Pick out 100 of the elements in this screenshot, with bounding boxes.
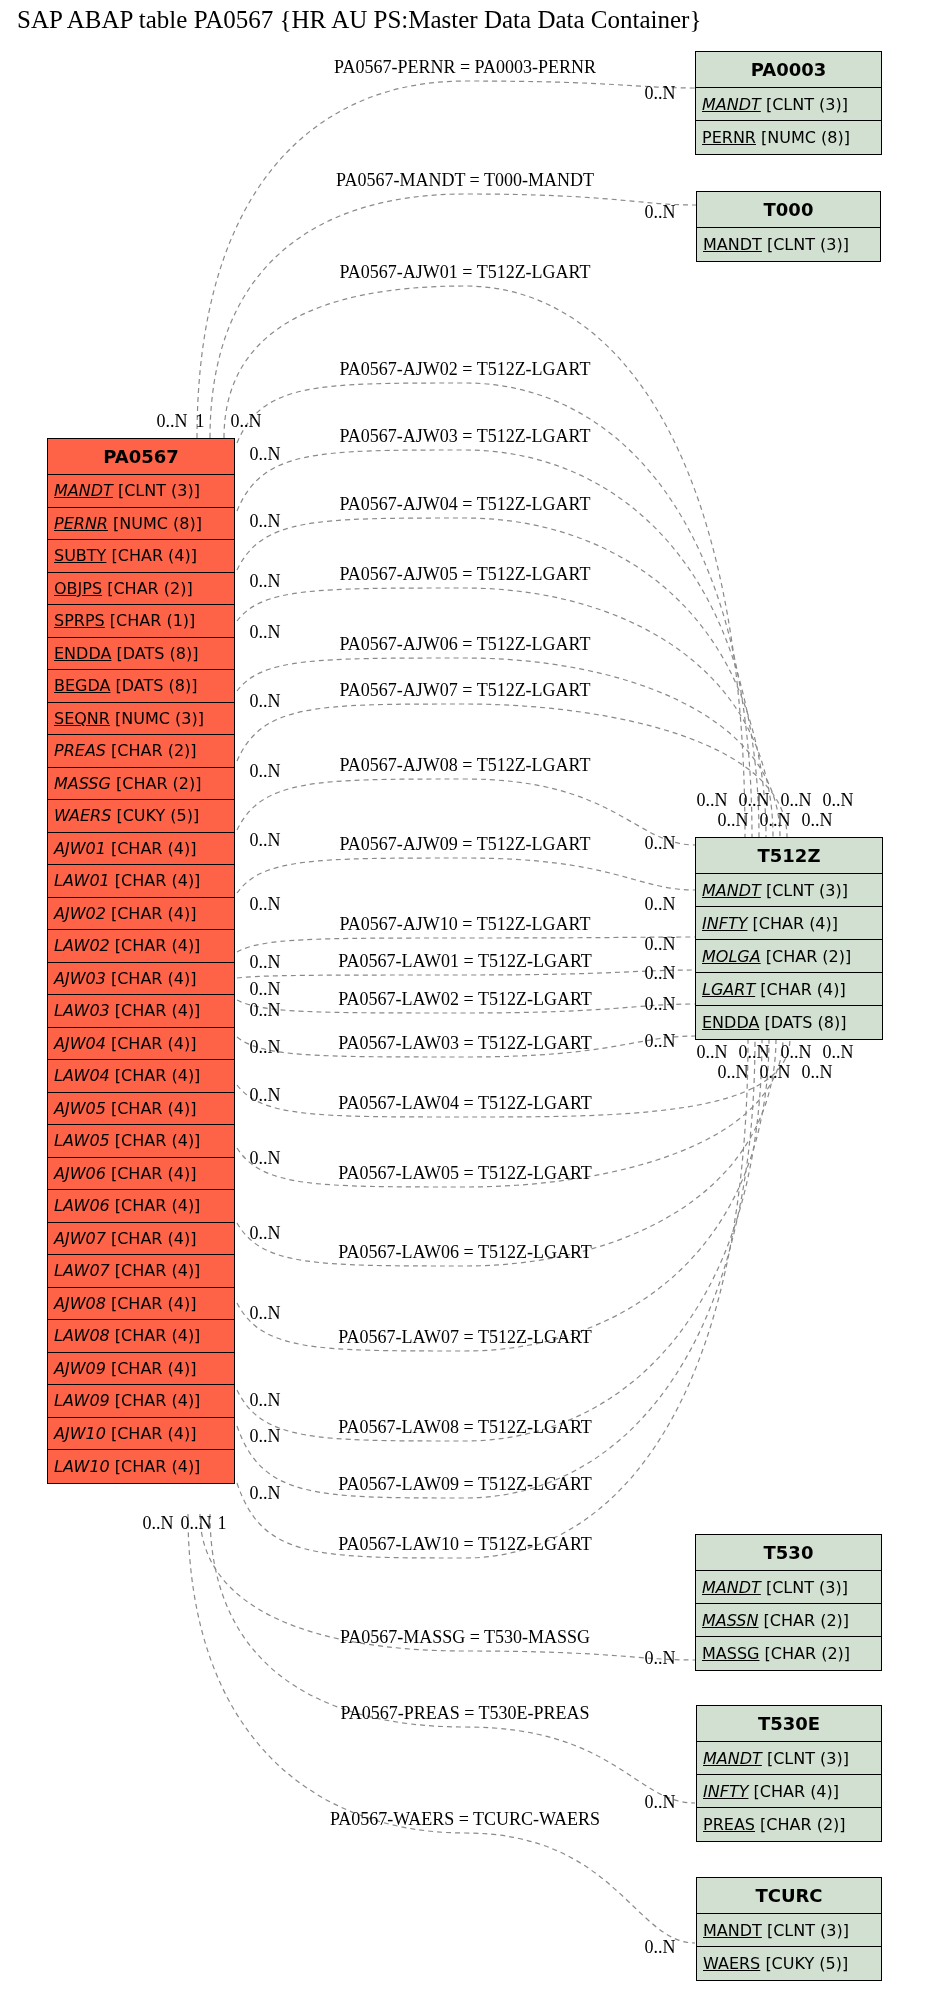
cardinality-label: 0..N bbox=[738, 791, 770, 809]
cardinality-label: 0..N bbox=[644, 995, 676, 1013]
cardinality-label: 0..N bbox=[644, 935, 676, 953]
cardinality-label: 0..N bbox=[249, 445, 281, 463]
cardinality-label: 0..N bbox=[249, 1001, 281, 1019]
cardinality-label: 0..N bbox=[759, 811, 791, 829]
cardinality-label: 0..N bbox=[644, 1793, 676, 1811]
relation-label: PA0567-LAW05 = T512Z-LGART bbox=[338, 1164, 592, 1182]
relation-label: PA0567-PERNR = PA0003-PERNR bbox=[334, 58, 596, 76]
cardinality-label: 0..N bbox=[822, 791, 854, 809]
cardinality-label: 0..N bbox=[249, 572, 281, 590]
relation-label: PA0567-LAW06 = T512Z-LGART bbox=[338, 1243, 592, 1261]
relation-label: PA0567-AJW09 = T512Z-LGART bbox=[339, 835, 591, 853]
cardinality-label: 0..N bbox=[644, 964, 676, 982]
cardinality-label: 0..N bbox=[230, 412, 262, 430]
relation-label: PA0567-WAERS = TCURC-WAERS bbox=[329, 1810, 601, 1828]
table-header: PA0003 bbox=[696, 52, 881, 88]
cardinality-label: 0..N bbox=[249, 1391, 281, 1409]
field-row: AJW10 [CHAR (4)] bbox=[48, 1417, 234, 1450]
field-row-text: MANDT [CLNT (3)] bbox=[702, 234, 850, 256]
cardinality-label: 0..N bbox=[644, 203, 676, 221]
cardinality-label: 0..N bbox=[180, 1514, 212, 1532]
cardinality-label: 0..N bbox=[249, 623, 281, 641]
field-row: PERNR [NUMC (8)] bbox=[48, 507, 234, 540]
relation-label: PA0567-MANDT = T000-MANDT bbox=[336, 171, 594, 189]
field-row: MANDT [CLNT (3)] bbox=[697, 1914, 881, 1947]
field-row: MANDT [CLNT (3)] bbox=[48, 475, 234, 508]
field-row: OBJPS [CHAR (2)] bbox=[48, 572, 234, 605]
field-row: PREAS [CHAR (2)] bbox=[48, 735, 234, 768]
field-row: AJW07 [CHAR (4)] bbox=[48, 1222, 234, 1255]
field-row: SPRPS [CHAR (1)] bbox=[48, 605, 234, 638]
field-row-text: WAERS [CUKY (5)] bbox=[702, 1953, 850, 1975]
cardinality-label: 0..N bbox=[644, 1938, 676, 1956]
field-row: LAW09 [CHAR (4)] bbox=[48, 1385, 234, 1418]
relation-label: PA0567-AJW10 = T512Z-LGART bbox=[339, 915, 591, 933]
cardinality-label: 0..N bbox=[644, 84, 676, 102]
field-row: ENDDA [DATS (8)] bbox=[48, 637, 234, 670]
relation-label: PA0567-LAW07 = T512Z-LGART bbox=[338, 1328, 592, 1346]
relation-label: PA0567-AJW05 = T512Z-LGART bbox=[339, 565, 591, 583]
field-row: AJW06 [CHAR (4)] bbox=[48, 1157, 234, 1190]
cardinality-label: 0..N bbox=[780, 791, 812, 809]
cardinality-label: 1 bbox=[217, 1514, 227, 1532]
field-row: INFTY [CHAR (4)] bbox=[697, 1775, 881, 1808]
cardinality-label: 0..N bbox=[644, 895, 676, 913]
cardinality-label: 0..N bbox=[738, 1043, 770, 1061]
field-row: AJW05 [CHAR (4)] bbox=[48, 1092, 234, 1125]
field-row-text: MASSG [CHAR (2)] bbox=[701, 1643, 852, 1665]
cardinality-label: 0..N bbox=[249, 895, 281, 913]
table-header: T512Z bbox=[696, 838, 882, 874]
cardinality-label: 0..N bbox=[717, 1063, 749, 1081]
field-row: AJW08 [CHAR (4)] bbox=[48, 1287, 234, 1320]
cardinality-label: 0..N bbox=[644, 1032, 676, 1050]
field-row-text: ENDDA [DATS (8)] bbox=[701, 1012, 848, 1034]
table-header: T530E bbox=[697, 1706, 881, 1742]
field-row: LAW08 [CHAR (4)] bbox=[48, 1320, 234, 1353]
field-row: SUBTY [CHAR (4)] bbox=[48, 540, 234, 573]
relation-label: PA0567-AJW03 = T512Z-LGART bbox=[339, 427, 591, 445]
field-row: MASSN [CHAR (2)] bbox=[696, 1604, 881, 1637]
field-row: LAW04 [CHAR (4)] bbox=[48, 1060, 234, 1093]
field-row: WAERS [CUKY (5)] bbox=[48, 800, 234, 833]
cardinality-label: 0..N bbox=[644, 1649, 676, 1667]
cardinality-label: 0..N bbox=[249, 1149, 281, 1167]
field-row: SEQNR [NUMC (3)] bbox=[48, 702, 234, 735]
field-row: LAW01 [CHAR (4)] bbox=[48, 865, 234, 898]
relation-label: PA0567-LAW03 = T512Z-LGART bbox=[338, 1034, 592, 1052]
cardinality-label: 0..N bbox=[759, 1063, 791, 1081]
relation-label: PA0567-LAW04 = T512Z-LGART bbox=[338, 1094, 592, 1112]
relation-label: PA0567-LAW09 = T512Z-LGART bbox=[338, 1475, 592, 1493]
relation-label: PA0567-PREAS = T530E-PREAS bbox=[340, 1704, 590, 1722]
field-row: AJW01 [CHAR (4)] bbox=[48, 832, 234, 865]
relation-label: PA0567-LAW01 = T512Z-LGART bbox=[338, 952, 592, 970]
cardinality-label: 0..N bbox=[249, 831, 281, 849]
relation-label: PA0567-AJW06 = T512Z-LGART bbox=[339, 635, 591, 653]
field-row: AJW09 [CHAR (4)] bbox=[48, 1352, 234, 1385]
cardinality-label: 0..N bbox=[822, 1043, 854, 1061]
field-row: AJW02 [CHAR (4)] bbox=[48, 897, 234, 930]
cardinality-label: 1 bbox=[195, 412, 205, 430]
cardinality-label: 0..N bbox=[717, 811, 749, 829]
cardinality-label: 0..N bbox=[644, 834, 676, 852]
field-row: MANDT [CLNT (3)] bbox=[696, 874, 882, 907]
field-row-text: PERNR [NUMC (8)] bbox=[701, 127, 851, 149]
cardinality-label: 0..N bbox=[249, 1304, 281, 1322]
cardinality-label: 0..N bbox=[801, 1063, 833, 1081]
diagram-title: SAP ABAP table PA0567 {HR AU PS:Master Data Data Container} bbox=[17, 6, 702, 34]
cardinality-label: 0..N bbox=[249, 1224, 281, 1242]
cardinality-label: 0..N bbox=[801, 811, 833, 829]
field-row: AJW04 [CHAR (4)] bbox=[48, 1027, 234, 1060]
cardinality-label: 0..N bbox=[780, 1043, 812, 1061]
table-header: PA0567 bbox=[48, 439, 234, 475]
field-row: MANDT [CLNT (3)] bbox=[696, 88, 881, 121]
relation-label: PA0567-AJW08 = T512Z-LGART bbox=[339, 756, 591, 774]
cardinality-label: 0..N bbox=[249, 1427, 281, 1445]
field-row: LAW07 [CHAR (4)] bbox=[48, 1255, 234, 1288]
field-row: LAW03 [CHAR (4)] bbox=[48, 995, 234, 1028]
field-row-text: PREAS [CHAR (2)] bbox=[702, 1814, 847, 1836]
relation-label: PA0567-LAW08 = T512Z-LGART bbox=[338, 1418, 592, 1436]
cardinality-label: 0..N bbox=[249, 953, 281, 971]
relation-label: PA0567-AJW07 = T512Z-LGART bbox=[339, 681, 591, 699]
cardinality-label: 0..N bbox=[696, 1043, 728, 1061]
cardinality-label: 0..N bbox=[249, 762, 281, 780]
